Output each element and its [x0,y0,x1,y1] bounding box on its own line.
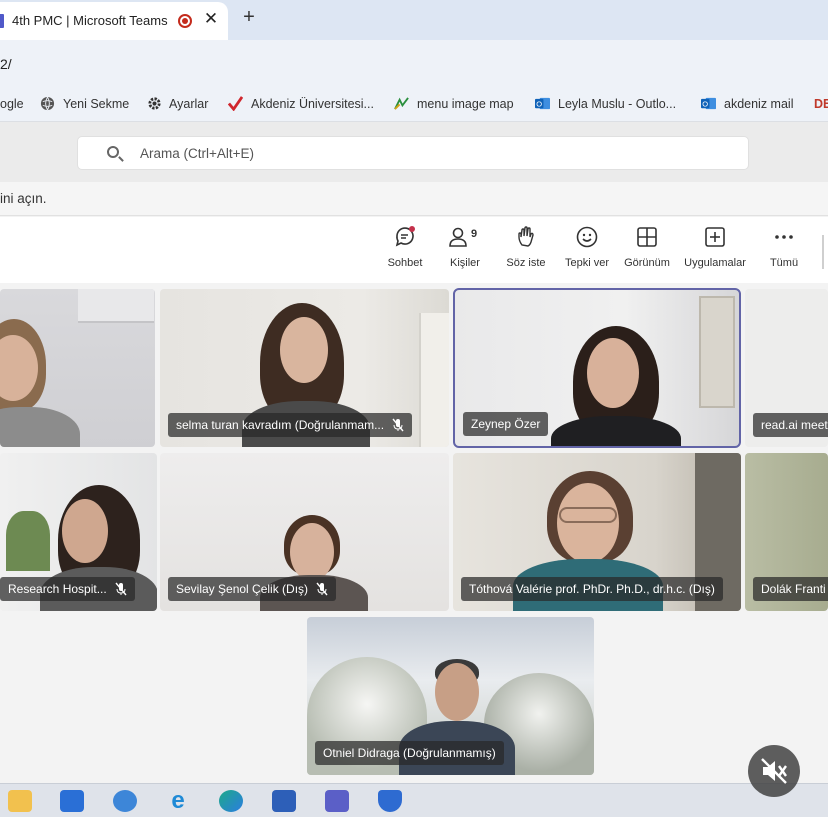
mic-off-icon [115,582,127,596]
participant-name: Tóthová Valérie prof. PhDr. Ph.D., dr.h.… [469,582,715,596]
more-icon [775,235,793,239]
participant-name: read.ai meet [761,418,828,432]
meeting-toolbar: Sohbet 9 Kişiler Söz iste Tepki ver Görü… [0,217,828,283]
people-count-badge: 9 [471,228,478,240]
chat-icon [395,226,415,247]
teams-icon[interactable] [325,790,349,812]
participant-name-tag: Zeynep Özer [463,412,549,436]
apps-button[interactable]: Uygulamalar [677,225,753,279]
air-conditioner [78,289,154,323]
bookmark-akdeniz-mail[interactable]: akdeniz mail [724,97,793,111]
teams-favicon-icon [0,14,4,28]
control-panel-icon[interactable] [113,790,137,812]
notification-text[interactable]: ini açın. [0,191,47,206]
mic-off-icon [392,418,404,432]
map-icon [394,97,409,110]
notification-banner: ini açın. [0,182,828,216]
participant-name: Otniel Didraga (Doğrulanmamış) [323,746,496,760]
participant-tile[interactable]: Otniel Didraga (Doğrulanmamış) [307,617,594,775]
search-box[interactable]: Arama (Ctrl+Alt+E) [77,136,749,170]
outlook-icon: O [535,97,550,110]
participant-tile[interactable] [0,289,155,447]
participant-tile[interactable]: Research Hospit... [0,453,157,611]
participant-name: Sevilay Şenol Çelik (Dış) [176,582,309,596]
people-icon [449,227,467,247]
participant-name-tag: Research Hospit... [0,577,135,601]
participant-tile[interactable]: Dolák Franti [745,453,828,611]
participant-tile[interactable]: read.ai meet [745,289,828,447]
globe-icon [40,96,55,111]
bookmarks-bar: ogle Yeni Sekme Ayarlar Akdeniz Üniversi… [0,88,828,122]
svg-text:O: O [536,99,542,108]
participant-name-tag: Dolák Franti [753,577,828,601]
video-grid: selma turan kavradım (Doğrulanmam... Zey… [0,283,828,783]
bookmark-google[interactable]: ogle [0,97,24,111]
new-tab-button[interactable]: + [240,6,258,29]
grid-view-icon [637,227,657,247]
participant-name-tag: read.ai meet [753,413,828,437]
wall-picture [699,296,735,408]
svg-text:O: O [702,99,708,108]
apps-label: Uygulamalar [684,257,746,269]
participant-name-tag: Otniel Didraga (Doğrulanmamış) [315,741,504,765]
outlook-icon: O [701,97,716,110]
checkmark-icon [228,96,243,111]
participant-tile[interactable]: Sevilay Şenol Çelik (Dış) [160,453,449,611]
add-app-icon [705,227,725,247]
glasses [559,507,617,523]
participant-tile[interactable]: selma turan kavradım (Doğrulanmam... [160,289,449,447]
gear-icon [148,97,161,110]
bookmark-ayarlar[interactable]: Ayarlar [169,97,208,111]
internet-explorer-icon[interactable]: e [166,789,190,813]
bookmark-de[interactable]: DE [814,97,828,111]
mute-video-button[interactable] [748,745,800,797]
mail-icon[interactable] [60,790,84,812]
more-label: Tümü [769,257,799,269]
tab-close-button[interactable]: ✕ [203,9,219,29]
url-text[interactable]: 2/ [0,56,12,72]
mic-off-icon [316,582,328,596]
store-icon[interactable] [272,790,296,812]
bookmark-leyla-muslu[interactable]: Leyla Muslu - Outlo... [558,97,676,111]
raise-hand-icon [518,226,534,247]
file-explorer-icon[interactable] [8,790,32,812]
search-icon [107,146,119,158]
toolbar-divider [822,235,824,269]
bookmark-yeni-sekme[interactable]: Yeni Sekme [63,97,129,111]
participant-name: Research Hospit... [8,582,107,596]
participant-name-tag: selma turan kavradım (Doğrulanmam... [168,413,413,437]
tab-title: 4th PMC | Microsoft Teams [12,13,168,28]
windows-taskbar: e [0,783,828,817]
participant-name: Dolák Franti [761,582,826,596]
bookmark-akdeniz[interactable]: Akdeniz Üniversitesi... [251,97,374,111]
participant-name-tag: Tóthová Valérie prof. PhDr. Ph.D., dr.h.… [461,577,723,601]
view-label: Görünüm [624,257,670,269]
search-placeholder: Arama (Ctrl+Alt+E) [140,146,255,161]
edge-icon[interactable] [219,790,243,812]
participant-tile[interactable]: Tóthová Valérie prof. PhDr. Ph.D., dr.h.… [453,453,741,611]
speaker-muted-icon [761,758,787,784]
browser-tab-strip: 4th PMC | Microsoft Teams ✕ + [0,0,828,40]
plant [6,511,50,571]
teams-header: Arama (Ctrl+Alt+E) [0,122,828,182]
view-button[interactable]: Görünüm [609,225,685,279]
participant-name-tag: Sevilay Şenol Çelik (Dış) [168,577,337,601]
participant-name: Zeynep Özer [471,417,541,431]
participant-tile-active-speaker[interactable]: Zeynep Özer [453,288,741,448]
browser-tab[interactable]: 4th PMC | Microsoft Teams ✕ [0,2,228,40]
more-button[interactable]: Tümü [746,225,822,279]
defender-icon[interactable] [378,790,402,812]
participant-name: selma turan kavradım (Doğrulanmam... [176,418,385,432]
bookmark-menu-image-map[interactable]: menu image map [417,97,514,111]
smiley-icon [576,226,598,248]
address-bar[interactable]: 2/ [0,40,828,88]
recording-icon [178,14,192,28]
